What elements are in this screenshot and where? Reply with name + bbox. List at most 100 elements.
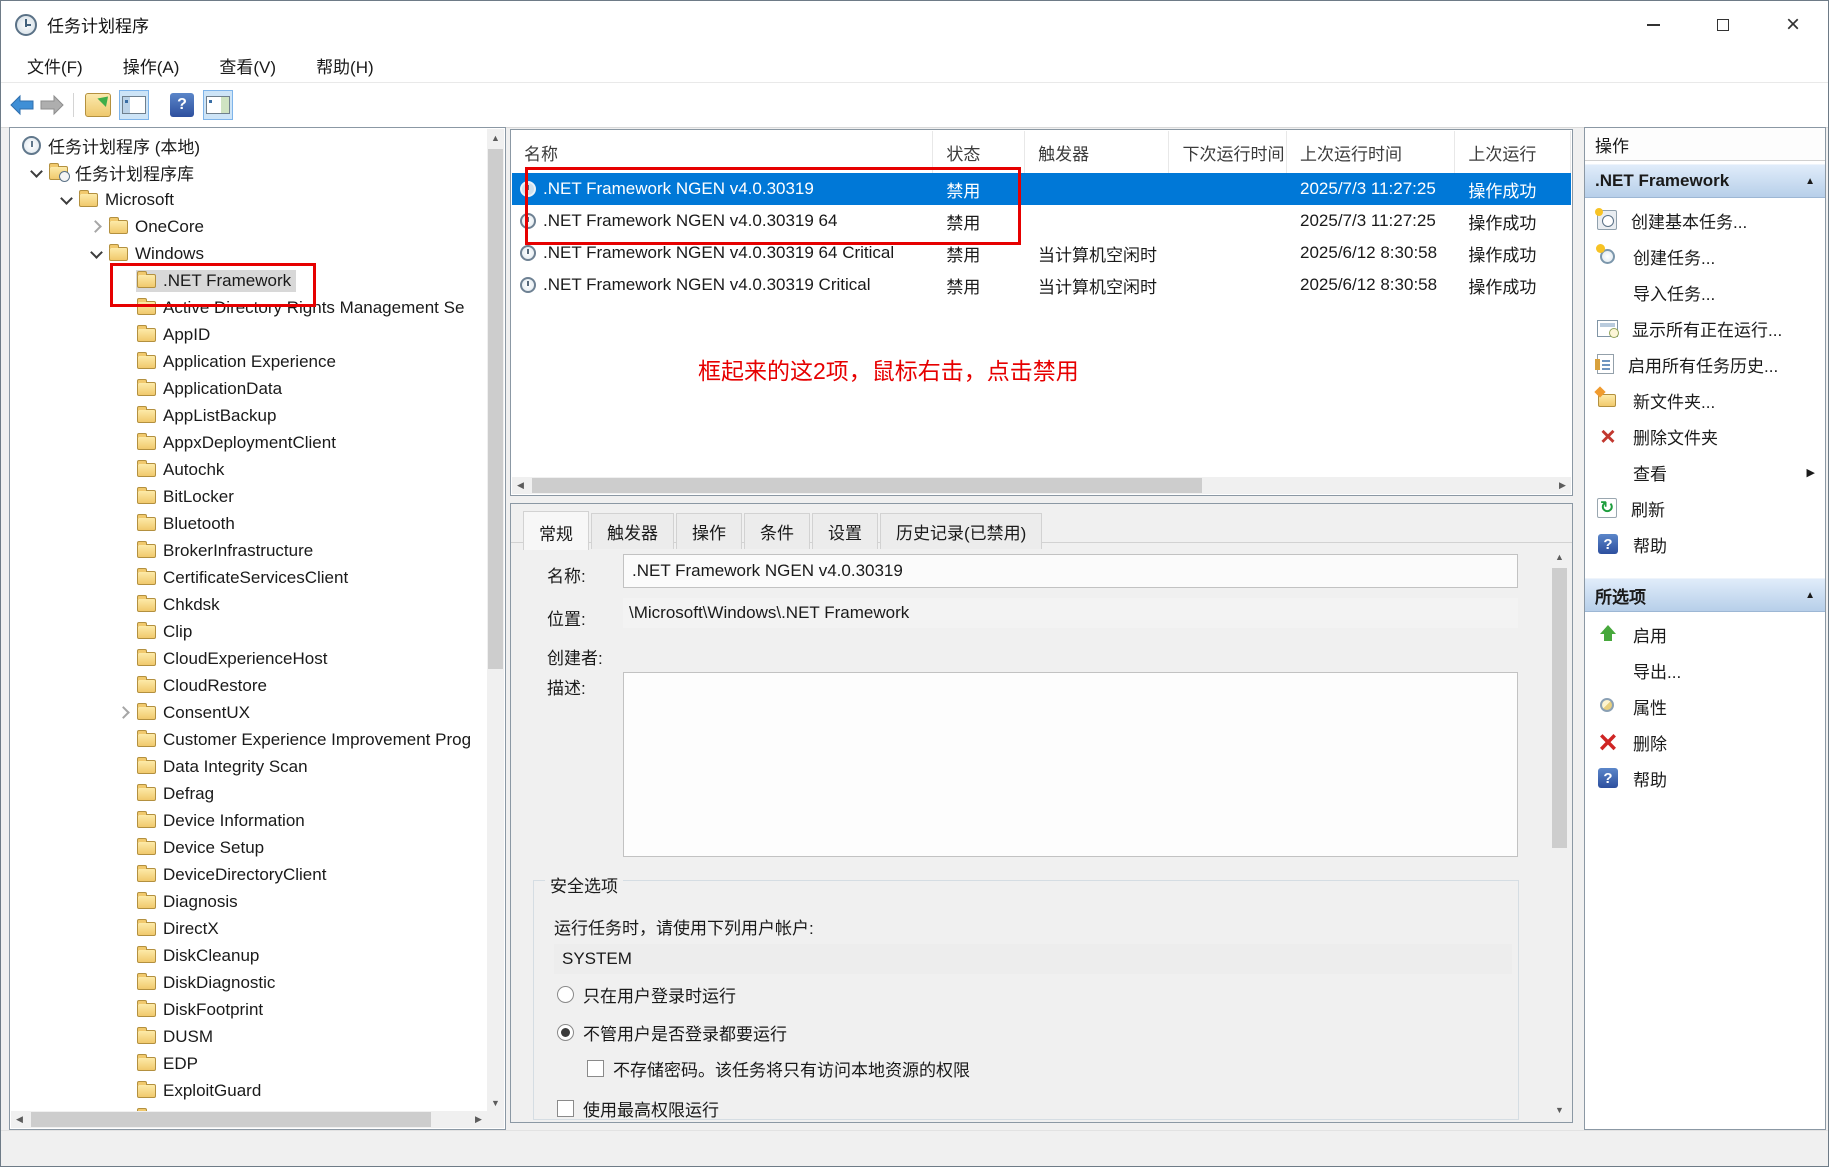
tree-item[interactable]: CloudRestore <box>11 672 487 699</box>
column-header[interactable]: 状态 <box>933 131 1025 173</box>
minimize-button[interactable] <box>1618 1 1688 48</box>
tab-detail[interactable]: 操作 <box>676 513 742 549</box>
scroll-right-icon[interactable]: ▶ <box>1554 477 1571 494</box>
tree-item[interactable]: Device Setup <box>11 834 487 861</box>
checkbox-run-highest-privileges[interactable]: 使用最高权限运行 <box>557 1096 719 1120</box>
column-header[interactable]: 触发器 <box>1025 131 1169 173</box>
tree-item[interactable]: DiskFootprint <box>11 996 487 1023</box>
column-header[interactable]: 上次运行时间 <box>1287 131 1455 173</box>
maximize-button[interactable] <box>1688 1 1758 48</box>
actions-section-header[interactable]: 所选项▲ <box>1585 578 1825 612</box>
scroll-right-icon[interactable]: ▶ <box>470 1111 487 1128</box>
action-item[interactable]: 删除 <box>1585 724 1825 760</box>
tab-detail[interactable]: 触发器 <box>591 513 674 549</box>
tree-item[interactable]: Microsoft <box>11 186 487 213</box>
tree-item[interactable]: Clip <box>11 618 487 645</box>
show-hide-action-pane-icon[interactable] <box>203 90 233 120</box>
collapse-chevron-icon[interactable] <box>84 240 108 267</box>
tab-detail[interactable]: 设置 <box>812 513 878 549</box>
task-hscroll-thumb[interactable] <box>532 478 1202 493</box>
checkbox-icon[interactable] <box>557 1100 574 1117</box>
tree-item[interactable]: DeviceDirectoryClient <box>11 861 487 888</box>
actions-section-header[interactable]: .NET Framework▲ <box>1585 164 1825 198</box>
name-field[interactable]: .NET Framework NGEN v4.0.30319 <box>623 554 1518 588</box>
tab-general-active[interactable]: 常规 <box>523 511 589 550</box>
task-row[interactable]: .NET Framework NGEN v4.0.30319 Critical禁… <box>512 269 1571 301</box>
tree-item[interactable]: AppxDeploymentClient <box>11 429 487 456</box>
task-horizontal-scrollbar[interactable]: ◀ ▶ <box>512 477 1571 494</box>
tree-item[interactable]: Windows <box>11 240 487 267</box>
radio-icon[interactable] <box>557 986 574 1003</box>
action-item[interactable]: 删除文件夹 <box>1585 418 1825 454</box>
action-item[interactable]: 帮助 <box>1585 526 1825 562</box>
tree-vertical-scrollbar[interactable]: ▲ ▼ <box>487 129 504 1111</box>
tree-item[interactable]: 任务计划程序 (本地) <box>11 132 487 159</box>
action-item[interactable]: 刷新 <box>1585 490 1825 526</box>
menu-help[interactable]: 帮助(H) <box>304 49 390 82</box>
scroll-left-icon[interactable]: ◀ <box>11 1111 28 1128</box>
tree-item[interactable]: Autochk <box>11 456 487 483</box>
tree-item[interactable]: Device Information <box>11 807 487 834</box>
scroll-down-icon[interactable]: ▼ <box>1551 1101 1568 1118</box>
collapse-chevron-icon[interactable] <box>54 186 78 213</box>
task-row[interactable]: .NET Framework NGEN v4.0.30319 64禁用2025/… <box>512 205 1571 237</box>
tree-item[interactable]: Defrag <box>11 780 487 807</box>
action-item[interactable]: 创建基本任务... <box>1585 202 1825 238</box>
tree-item[interactable]: ApplicationData <box>11 375 487 402</box>
tree-item[interactable]: Application Experience <box>11 348 487 375</box>
action-item[interactable]: 帮助 <box>1585 760 1825 796</box>
action-item[interactable]: 新文件夹... <box>1585 382 1825 418</box>
action-item[interactable]: 导入任务... <box>1585 274 1825 310</box>
menu-file[interactable]: 文件(F) <box>15 49 99 82</box>
action-item[interactable]: 创建任务... <box>1585 238 1825 274</box>
menu-action[interactable]: 操作(A) <box>111 49 196 82</box>
action-item[interactable]: 属性 <box>1585 688 1825 724</box>
collapse-arrow-icon[interactable]: ▲ <box>1805 590 1815 601</box>
tree-item[interactable]: Data Integrity Scan <box>11 753 487 780</box>
scroll-up-icon[interactable]: ▲ <box>1551 548 1568 565</box>
tree-item[interactable]: .NET Framework <box>11 267 487 294</box>
action-item[interactable]: 导出... <box>1585 652 1825 688</box>
tree-item[interactable]: DiskCleanup <box>11 942 487 969</box>
tree-item[interactable]: ConsentUX <box>11 699 487 726</box>
console-tree-icon[interactable] <box>83 90 113 120</box>
tree-horizontal-scrollbar[interactable]: ◀ ▶ <box>11 1111 487 1128</box>
tree-item[interactable]: CloudExperienceHost <box>11 645 487 672</box>
task-row[interactable]: .NET Framework NGEN v4.0.30319禁用2025/7/3… <box>512 173 1571 205</box>
help-icon[interactable]: ? <box>167 90 197 120</box>
radio-run-only-logged-on[interactable]: 只在用户登录时运行 <box>557 982 736 1006</box>
tree-item[interactable]: Bluetooth <box>11 510 487 537</box>
radio-run-whether-logged-on[interactable]: 不管用户是否登录都要运行 <box>557 1020 787 1044</box>
tree-item[interactable]: AppListBackup <box>11 402 487 429</box>
description-field[interactable] <box>623 672 1518 857</box>
checkbox-do-not-store-password[interactable]: 不存储密码。该任务将只有访问本地资源的权限 <box>587 1056 970 1080</box>
tree-item[interactable]: 任务计划程序库 <box>11 159 487 186</box>
tree-hscroll-thumb[interactable] <box>31 1112 431 1127</box>
tree-item[interactable]: DiskDiagnostic <box>11 969 487 996</box>
column-header[interactable]: 名称 <box>512 131 933 173</box>
task-row[interactable]: .NET Framework NGEN v4.0.30319 64 Critic… <box>512 237 1571 269</box>
action-item[interactable]: 查看▶ <box>1585 454 1825 490</box>
scroll-up-icon[interactable]: ▲ <box>487 129 504 146</box>
collapse-arrow-icon[interactable]: ▲ <box>1805 176 1815 187</box>
checkbox-icon[interactable] <box>587 1060 604 1077</box>
tree-item[interactable]: EDP <box>11 1050 487 1077</box>
forward-icon[interactable] <box>37 90 67 120</box>
scroll-down-icon[interactable]: ▼ <box>487 1094 504 1111</box>
detail-vertical-scrollbar[interactable]: ▲ ▼ <box>1551 548 1568 1118</box>
close-button[interactable]: × <box>1758 1 1828 48</box>
tree-item[interactable]: OneCore <box>11 213 487 240</box>
tree-item[interactable]: CertificateServicesClient <box>11 564 487 591</box>
tree-item[interactable] <box>11 1104 487 1111</box>
expand-chevron-icon[interactable] <box>84 213 108 240</box>
tab-detail[interactable]: 条件 <box>744 513 810 549</box>
column-header[interactable]: 上次运行 <box>1455 131 1571 173</box>
tree-item[interactable]: ExploitGuard <box>11 1077 487 1104</box>
collapse-chevron-icon[interactable] <box>24 159 48 186</box>
radio-selected-icon[interactable] <box>557 1024 574 1041</box>
column-header[interactable]: 下次运行时间 <box>1169 131 1287 173</box>
tree-vscroll-thumb[interactable] <box>488 149 503 669</box>
scroll-left-icon[interactable]: ◀ <box>512 477 529 494</box>
action-item[interactable]: 启用 <box>1585 616 1825 652</box>
tree-item[interactable]: BitLocker <box>11 483 487 510</box>
